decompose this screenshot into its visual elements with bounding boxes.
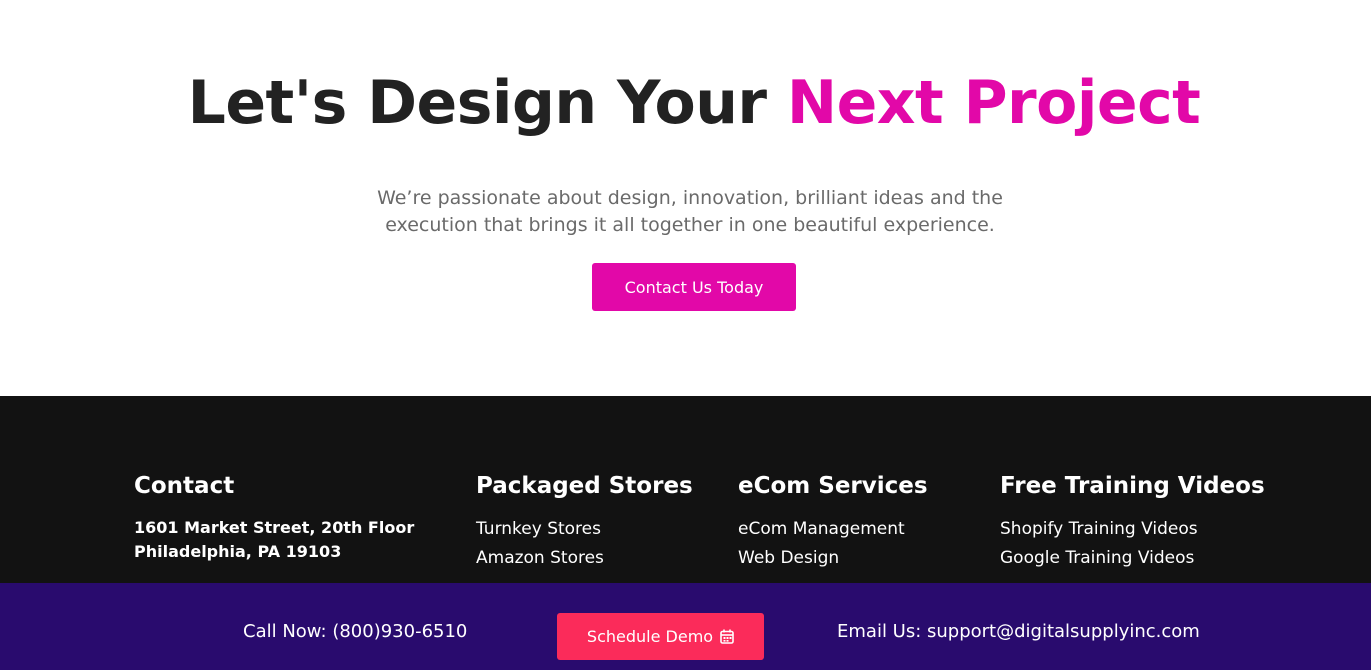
hero-subtitle-line2: execution that brings it all together in…: [385, 214, 995, 236]
footer-address: 1601 Market Street, 20th Floor Philadelp…: [134, 516, 454, 564]
footer-packaged-stores-heading: Packaged Stores: [476, 473, 693, 499]
schedule-demo-button[interactable]: Schedule Demo: [557, 613, 764, 660]
packaged-stores-list: Turnkey Stores Amazon Stores: [476, 515, 776, 573]
hero-subtitle-line1: We’re passionate about design, innovatio…: [377, 187, 1003, 209]
sticky-contact-bar: Call Now: (800)930-6510 Schedule Demo Em…: [0, 583, 1371, 670]
address-line-2: Philadelphia, PA 19103: [134, 542, 342, 561]
footer-link-amazon-stores[interactable]: Amazon Stores: [476, 544, 776, 573]
free-training-list: Shopify Training Videos Google Training …: [1000, 515, 1300, 573]
footer-packaged-stores-column: Packaged Stores Turnkey Stores Amazon St…: [476, 471, 693, 568]
footer-contact-heading: Contact: [134, 473, 235, 499]
hero-subtitle: We’re passionate about design, innovatio…: [370, 185, 1010, 239]
contact-us-button[interactable]: Contact Us Today: [592, 263, 796, 311]
schedule-demo-label: Schedule Demo: [586, 627, 714, 646]
footer-free-training-heading: Free Training Videos: [1000, 473, 1265, 499]
footer-link-turnkey-stores[interactable]: Turnkey Stores: [476, 515, 776, 544]
footer-link-web-design[interactable]: Web Design: [738, 544, 1038, 573]
call-now-link[interactable]: Call Now: (800)930-6510: [243, 621, 467, 642]
footer-ecom-services-column: eCom Services eCom Management Web Design: [738, 471, 928, 568]
hero-title: Let's Design Your Next Project: [0, 62, 1371, 144]
footer-free-training-column: Free Training Videos Shopify Training Vi…: [1000, 471, 1265, 568]
footer-ecom-services-heading: eCom Services: [738, 473, 928, 499]
ecom-services-list: eCom Management Web Design: [738, 515, 1038, 573]
footer-link-ecom-management[interactable]: eCom Management: [738, 515, 1038, 544]
email-us-link[interactable]: Email Us: support@digitalsupplyinc.com: [837, 621, 1200, 642]
hero-title-accent: Next Project: [786, 68, 1201, 138]
footer-contact-column: Contact 1601 Market Street, 20th Floor P…: [134, 471, 414, 561]
footer-link-google-training[interactable]: Google Training Videos: [1000, 544, 1300, 573]
footer-link-shopify-training[interactable]: Shopify Training Videos: [1000, 515, 1300, 544]
hero-section: Let's Design Your Next Project We’re pas…: [0, 0, 1371, 396]
calendar-icon: [720, 629, 734, 644]
hero-title-main: Let's Design Your: [187, 68, 787, 138]
address-line-1: 1601 Market Street, 20th Floor: [134, 518, 415, 537]
